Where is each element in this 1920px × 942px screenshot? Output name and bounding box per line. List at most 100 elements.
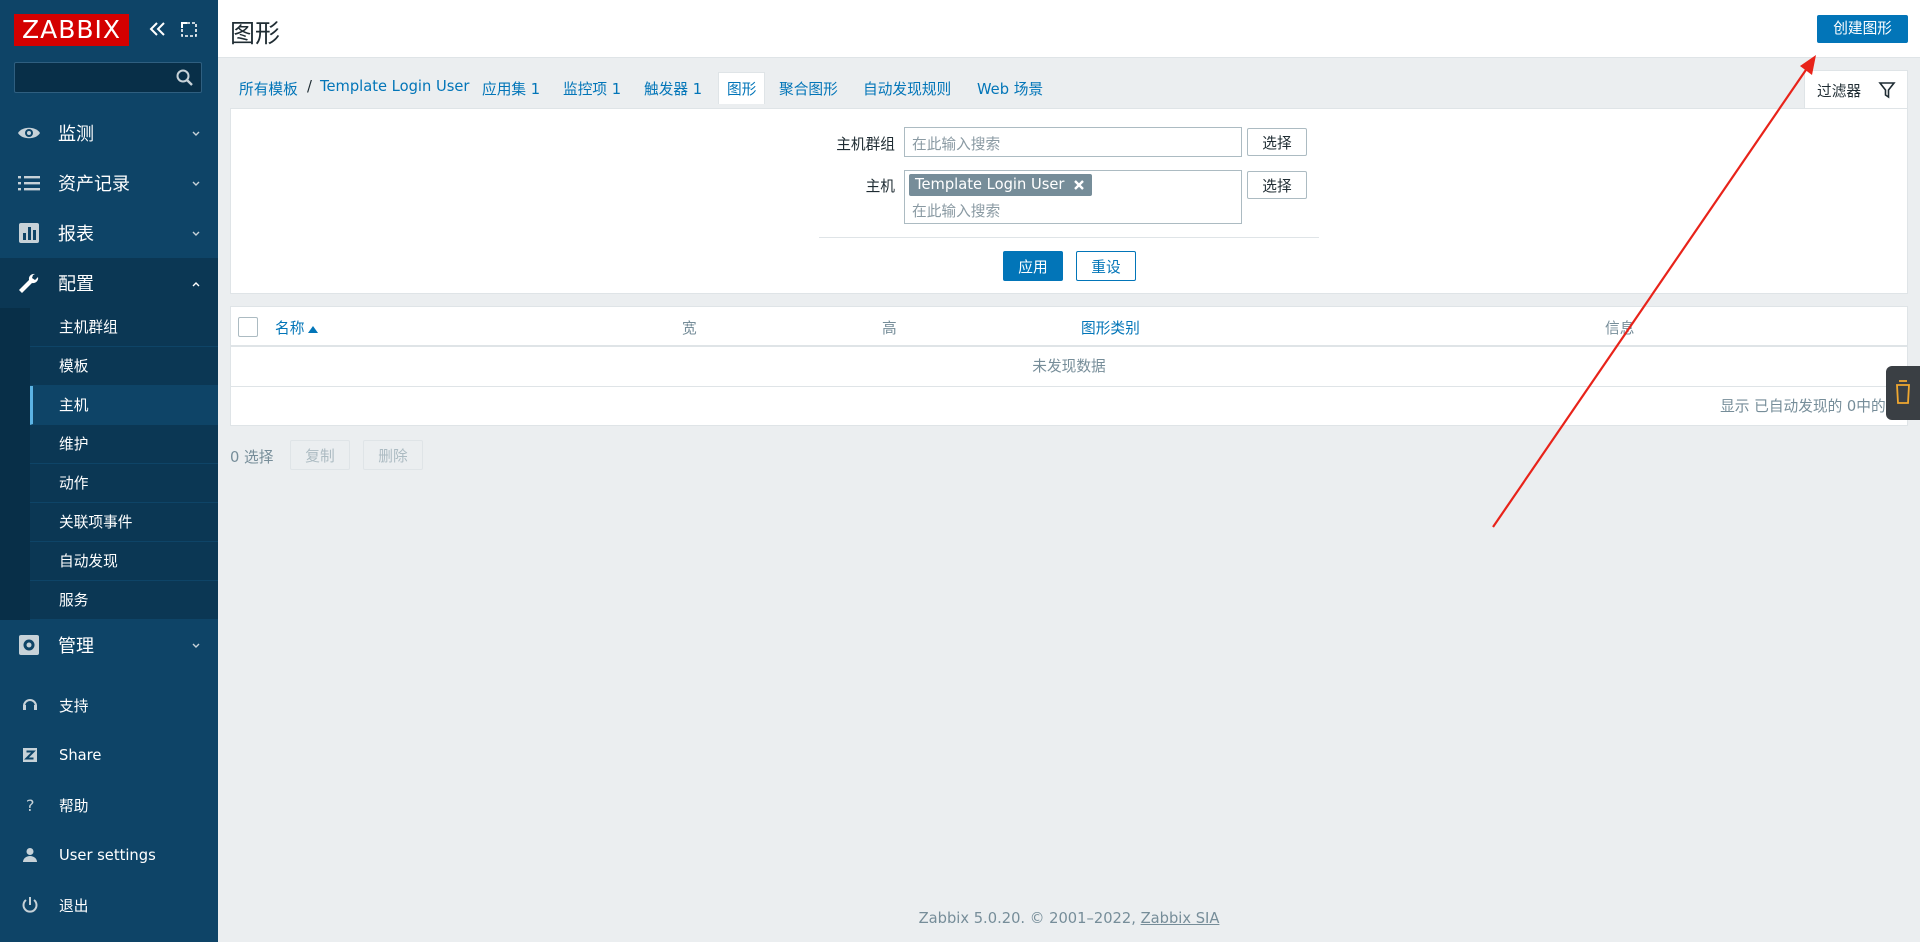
page-header: 图形 创建图形 <box>218 0 1920 58</box>
menu-label: 资产记录 <box>58 174 130 195</box>
chevron-down-icon <box>192 231 200 236</box>
svg-text:?: ? <box>26 796 35 815</box>
zabbix-logo[interactable]: ZABBIX <box>14 14 129 46</box>
apply-button[interactable]: 应用 <box>1003 251 1063 281</box>
breadcrumb-all-templates[interactable]: 所有模板 <box>239 78 298 99</box>
tab-web-scenarios[interactable]: Web 场景 <box>977 78 1043 99</box>
filter-divider <box>819 237 1319 238</box>
tab-graphs[interactable]: 图形 <box>718 72 766 104</box>
headset-icon <box>23 699 37 710</box>
configuration-submenu: 主机群组 模板 主机 维护 动作 关联项事件 自动发现 服务 <box>0 308 218 620</box>
chevron-down-icon <box>192 181 200 186</box>
host-group-label: 主机群组 <box>836 136 895 153</box>
host-group-select-button[interactable]: 选择 <box>1247 128 1307 156</box>
delete-button[interactable]: 删除 <box>363 440 423 470</box>
tab-screens[interactable]: 聚合图形 <box>779 78 838 99</box>
submenu-event-correlation[interactable]: 关联项事件 <box>30 503 218 542</box>
help-label: 帮助 <box>59 797 89 815</box>
submenu-actions[interactable]: 动作 <box>30 464 218 503</box>
user-settings-link[interactable]: User settings <box>0 830 218 880</box>
column-height: 高 <box>882 320 897 337</box>
column-name[interactable]: 名称 <box>275 317 319 338</box>
menu-label: 报表 <box>58 224 94 245</box>
chevron-down-icon <box>192 131 200 136</box>
host-chip-label: Template Login User <box>915 176 1065 193</box>
share-link[interactable]: Share <box>0 730 218 780</box>
filter-icon <box>1878 82 1896 99</box>
support-link[interactable]: 支持 <box>0 680 218 730</box>
submenu-discovery[interactable]: 自动发现 <box>30 542 218 581</box>
footer: Zabbix 5.0.20. © 2001–2022, Zabbix SIA <box>218 910 1920 927</box>
wrench-icon <box>19 273 39 293</box>
remove-chip-icon[interactable] <box>1072 178 1086 192</box>
submenu-services[interactable]: 服务 <box>30 581 218 620</box>
submenu-maintenance[interactable]: 维护 <box>30 425 218 464</box>
list-icon <box>18 176 40 191</box>
menu-monitoring[interactable]: 监测 <box>0 108 218 158</box>
submenu-hosts[interactable]: 主机 <box>30 386 218 425</box>
chart-icon <box>19 223 39 243</box>
footer-company-link[interactable]: Zabbix SIA <box>1141 910 1220 927</box>
tab-items[interactable]: 监控项 1 <box>563 78 621 99</box>
column-info: 信息 <box>1605 320 1635 337</box>
host-multiselect[interactable]: Template Login User 在此输入搜索 <box>904 170 1242 224</box>
side-floating-widget[interactable] <box>1886 366 1920 420</box>
kiosk-mode-icon[interactable] <box>178 17 200 41</box>
main-menu: 监测 资产记录 报表 配置 主机群组 模板 主机 维护 动作 关联项事件 自动发… <box>0 108 218 670</box>
column-width: 宽 <box>682 320 697 337</box>
breadcrumb-separator: / <box>307 78 312 95</box>
column-graph-type[interactable]: 图形类别 <box>1081 317 1140 338</box>
sidebar-search-input[interactable] <box>14 62 202 93</box>
menu-label: 监测 <box>58 124 94 145</box>
paging-summary: 显示 已自动发现的 0中的0 <box>1720 398 1895 415</box>
footer-text: Zabbix 5.0.20. © 2001–2022, <box>918 910 1141 927</box>
filter-tab-label: 过滤器 <box>1817 83 1862 100</box>
sidebar-header: ZABBIX <box>0 0 218 62</box>
user-settings-label: User settings <box>59 846 156 864</box>
search-icon[interactable] <box>175 68 195 88</box>
column-name-label: 名称 <box>275 320 305 337</box>
filter-tab[interactable]: 过滤器 <box>1804 70 1908 108</box>
tab-applications[interactable]: 应用集 1 <box>482 78 540 99</box>
table-empty-row: 未发现数据 <box>231 347 1907 387</box>
breadcrumb-template[interactable]: Template Login User <box>320 78 469 95</box>
menu-label: 配置 <box>58 274 94 295</box>
menu-label: 管理 <box>58 636 94 657</box>
menu-reports[interactable]: 报表 <box>0 208 218 258</box>
filter-panel: 主机群组 在此输入搜索 选择 主机 Template Login User 在此… <box>230 108 1908 294</box>
selected-count: 0 选择 <box>230 449 274 466</box>
chevron-down-icon <box>192 643 200 648</box>
select-all-checkbox[interactable] <box>238 317 258 337</box>
eye-icon <box>18 127 40 139</box>
graphs-table: 名称 宽 高 图形类别 信息 未发现数据 显示 已自动发现的 0中的0 <box>230 306 1908 426</box>
gear-icon <box>19 635 39 655</box>
menu-configuration[interactable]: 配置 <box>0 258 218 308</box>
tab-discovery-rules[interactable]: 自动发现规则 <box>863 78 951 99</box>
host-group-input[interactable]: 在此输入搜索 <box>904 127 1242 157</box>
tab-triggers[interactable]: 触发器 1 <box>644 78 702 99</box>
support-label: 支持 <box>59 697 89 715</box>
sign-out-label: 退出 <box>59 897 89 915</box>
host-select-button[interactable]: 选择 <box>1247 171 1307 199</box>
submenu-templates[interactable]: 模板 <box>30 347 218 386</box>
chevron-up-icon <box>192 282 200 287</box>
create-graph-button[interactable]: 创建图形 <box>1817 15 1908 43</box>
host-group-placeholder: 在此输入搜索 <box>912 136 1001 153</box>
sort-asc-icon <box>308 325 319 333</box>
host-chip: Template Login User <box>909 174 1093 196</box>
template-navigation: 所有模板 / Template Login User 应用集 1 监控项 1 触… <box>230 70 1908 108</box>
menu-administration[interactable]: 管理 <box>0 620 218 670</box>
sidebar-bottom-links: 支持 Share ? 帮助 User settings 退出 <box>0 680 218 930</box>
collapse-sidebar-icon[interactable] <box>147 17 169 41</box>
page-title: 图形 <box>230 19 281 48</box>
sign-out-link[interactable]: 退出 <box>0 880 218 930</box>
bucket-icon <box>1896 380 1910 404</box>
zabbix-share-icon <box>23 748 37 762</box>
share-label: Share <box>59 746 102 764</box>
menu-inventory[interactable]: 资产记录 <box>0 158 218 208</box>
submenu-host-groups[interactable]: 主机群组 <box>30 308 218 347</box>
help-link[interactable]: ? 帮助 <box>0 780 218 830</box>
question-icon: ? <box>26 796 35 815</box>
copy-button[interactable]: 复制 <box>290 440 350 470</box>
reset-button[interactable]: 重设 <box>1076 251 1136 281</box>
